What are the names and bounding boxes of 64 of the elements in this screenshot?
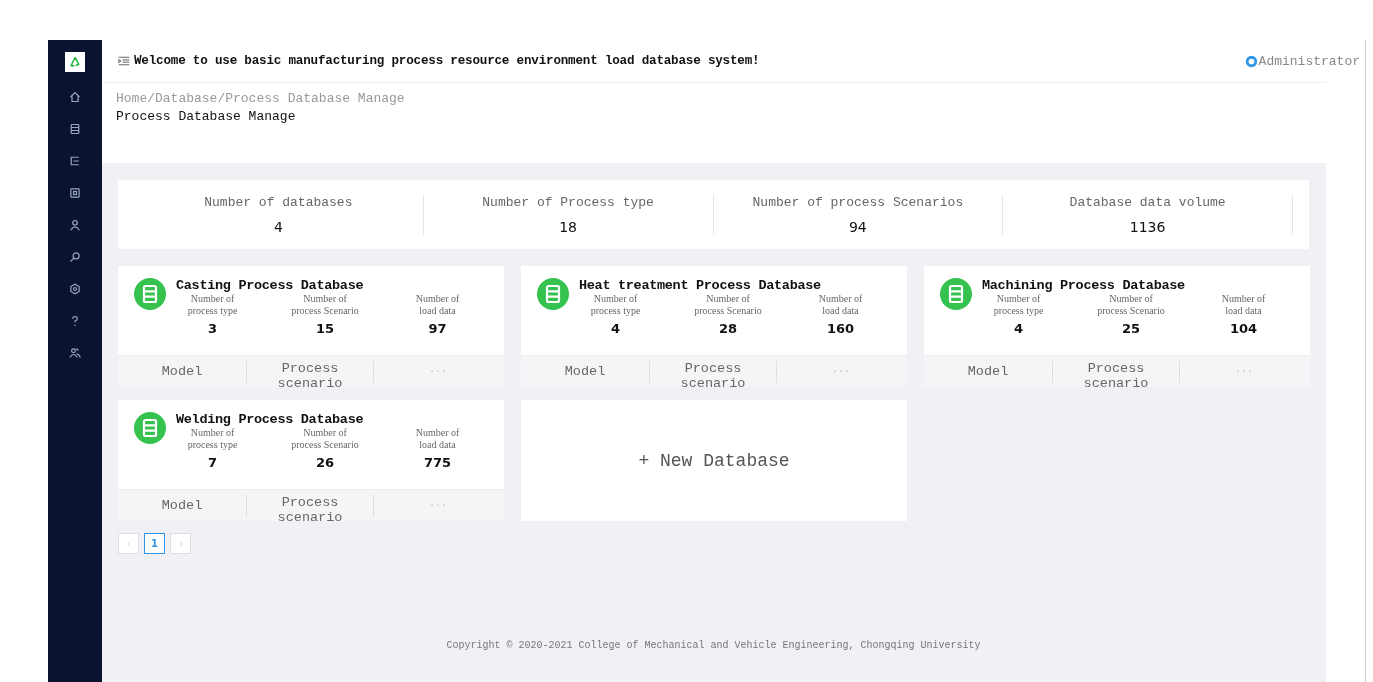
metric-value: 104 [1229,321,1258,336]
welcome-message: Welcome to use basic manufacturing process resource environment load database system! [134,54,760,68]
metric-value: 15 [315,321,335,336]
metric-value: 97 [428,321,447,336]
action-button[interactable]: Model [118,360,246,383]
metric-value: 4 [610,321,620,336]
metric-label: Number of load data [1221,293,1266,317]
stat-label: Number of process Scenarios [752,194,964,210]
action-button[interactable]: Model [924,360,1052,383]
new-database-card[interactable]: + New Database [521,400,907,521]
metric-value: 160 [826,321,855,336]
metric-label: Number of process type [187,427,238,451]
breadcrumb: Home/Database/Process Database Manage [116,90,406,108]
exit-icon[interactable] [69,155,81,167]
stat-value: 4 [273,218,283,235]
metric-value: 26 [315,455,335,470]
database-icon [537,278,569,310]
metric-label: Number of process type [187,293,238,317]
menu-icon[interactable] [118,55,130,67]
metric-label: Number of process Scenario [694,293,762,317]
metric-label: Number of process type [993,293,1044,317]
metric-value: 25 [1121,321,1141,336]
metric-value: 7 [207,455,217,470]
database-title[interactable]: Casting Process Database [176,278,486,293]
user-name[interactable]: Administrator [1258,53,1360,69]
box-icon[interactable] [69,187,81,199]
home-icon[interactable] [69,91,81,103]
metric-label: Number of process Scenario [291,293,359,317]
metric-label: Number of load data [818,293,863,317]
metric-label: Number of process Scenario [291,427,359,451]
page-button[interactable]: 1 [144,533,165,554]
database-icon [940,278,972,310]
settings-icon[interactable] [69,283,81,295]
metric-label: Number of load data [415,427,460,451]
users-icon[interactable] [69,347,81,359]
new-database-label: + New Database [638,450,790,471]
database-icon [134,278,166,310]
search-icon[interactable] [69,251,81,263]
list-icon[interactable] [69,123,81,135]
stat-label: Number of Process type [482,194,654,210]
copyright: Copyright © 2020-2021 College of Mechanical and Vehicle Engineering, Chongqing University [446,640,981,653]
action-button[interactable]: Model [521,360,649,383]
page-title: Process Database Manage [116,108,297,126]
stat-value: 1136 [1129,218,1166,235]
database-title[interactable]: Heat treatment Process Database [579,278,889,293]
help-icon[interactable] [69,315,81,327]
stat-label: Database data volume [1069,194,1226,210]
stat-value: 18 [559,218,578,235]
metric-label: Number of process type [590,293,641,317]
metric-value: 3 [207,321,217,336]
action-button[interactable]: Model [118,494,246,517]
metric-value: 28 [718,321,738,336]
database-icon [134,412,166,444]
metric-value: 775 [423,455,452,470]
chevron-left-icon [124,539,133,548]
user-icon[interactable] [69,219,81,231]
avatar-icon [1244,54,1258,68]
metric-label: Number of load data [415,293,460,317]
metric-label: Number of process Scenario [1097,293,1165,317]
database-title[interactable]: Machining Process Database [982,278,1292,293]
stat-value: 94 [848,218,867,235]
database-title[interactable]: Welding Process Database [176,412,486,427]
metric-value: 4 [1013,321,1023,336]
stat-label: Number of databases [204,194,353,210]
